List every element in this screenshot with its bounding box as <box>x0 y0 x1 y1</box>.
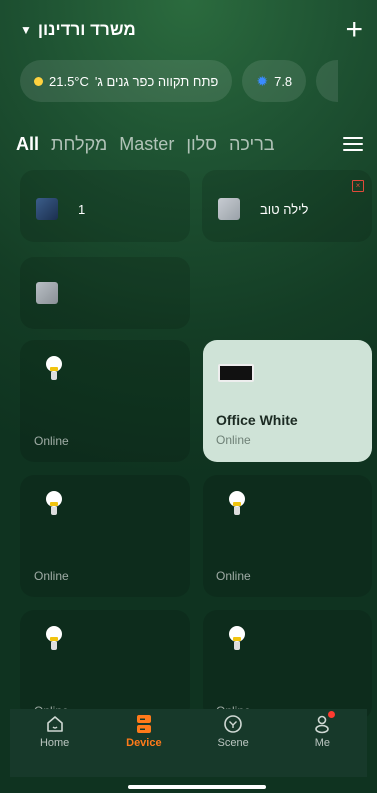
bulb-icon <box>46 491 62 515</box>
profile-icon <box>311 711 336 735</box>
room-tabs: All מקלחת Master סלון בריכה <box>16 130 363 158</box>
device-card-3[interactable] <box>20 257 190 329</box>
status-label: Online <box>216 569 251 583</box>
device-card-bulb-4[interactable]: Online <box>20 610 190 720</box>
temperature: 21.5°C <box>49 73 89 89</box>
nav-scene[interactable]: Scene <box>198 713 268 749</box>
home-selector[interactable]: משרד ורדינון ▼ <box>20 20 136 40</box>
location-name: פתח תקווה כפר גנים ג' <box>94 73 219 89</box>
weather-row: 21.5°C פתח תקווה כפר גנים ג' ✹ 7.8 <box>20 60 377 102</box>
more-pill[interactable] <box>316 60 339 102</box>
home-icon <box>44 713 66 735</box>
panel-icon <box>218 364 254 382</box>
device-image-icon <box>36 282 58 304</box>
phone-screen: משרד ורדינון ▼ + 21.5°C פתח תקווה כפר גנ… <box>0 0 377 793</box>
device-name: Office White <box>216 412 298 428</box>
device-card-good-night[interactable]: × לילה טוב <box>202 170 372 242</box>
notification-dot <box>328 711 336 718</box>
nav-device-label: Device <box>126 737 162 749</box>
weather-pill[interactable]: 21.5°C פתח תקווה כפר גנים ג' <box>20 60 233 102</box>
tab-master[interactable]: Master <box>119 134 174 155</box>
nav-me[interactable]: Me <box>287 711 357 749</box>
bulb-icon <box>229 626 245 650</box>
camera-icon <box>36 198 58 220</box>
alert-icon: × <box>352 180 364 192</box>
camera-icon <box>218 198 240 220</box>
menu-icon[interactable] <box>343 137 363 151</box>
tab-shower[interactable]: מקלחת <box>51 134 107 155</box>
device-icon <box>133 713 155 735</box>
uv-value: 7.8 <box>274 73 293 89</box>
bottom-nav: Home Device Scene Me <box>10 709 367 777</box>
device-card-bulb-5[interactable]: Online <box>203 610 372 720</box>
tab-pool[interactable]: בריכה <box>229 134 275 155</box>
uv-pill[interactable]: ✹ 7.8 <box>242 60 307 102</box>
device-card-bulb-3[interactable]: Online <box>203 475 372 597</box>
scene-icon <box>222 713 244 735</box>
top-bar: משרד ורדינון ▼ + <box>20 14 363 46</box>
device-card-bulb-1[interactable]: Online <box>20 340 190 462</box>
device-card-bulb-2[interactable]: Online <box>20 475 190 597</box>
nav-me-label: Me <box>314 737 331 749</box>
tab-all[interactable]: All <box>16 134 39 155</box>
status-label: Online <box>34 569 69 583</box>
status-label: Online <box>216 433 251 447</box>
device-card-office-white[interactable]: Office White Online <box>203 340 372 462</box>
home-indicator <box>128 785 266 789</box>
chevron-down-icon: ▼ <box>20 23 32 37</box>
device-name: 1 <box>78 202 86 217</box>
home-name: משרד ורדינון <box>37 20 136 39</box>
nav-scene-label: Scene <box>217 737 249 749</box>
sun-icon <box>34 76 43 86</box>
bulb-icon <box>229 491 245 515</box>
bulb-icon <box>46 626 62 650</box>
nav-device[interactable]: Device <box>109 713 179 749</box>
device-name: לילה טוב <box>260 202 309 217</box>
status-label: Online <box>34 434 69 448</box>
uv-icon: ✹ <box>256 72 269 89</box>
nav-home-label: Home <box>39 737 70 749</box>
nav-home[interactable]: Home <box>20 713 90 749</box>
device-card-1[interactable]: 1 <box>20 170 190 242</box>
add-button[interactable]: + <box>345 15 363 45</box>
tab-living-room[interactable]: סלון <box>186 134 217 155</box>
bulb-icon <box>46 356 62 380</box>
